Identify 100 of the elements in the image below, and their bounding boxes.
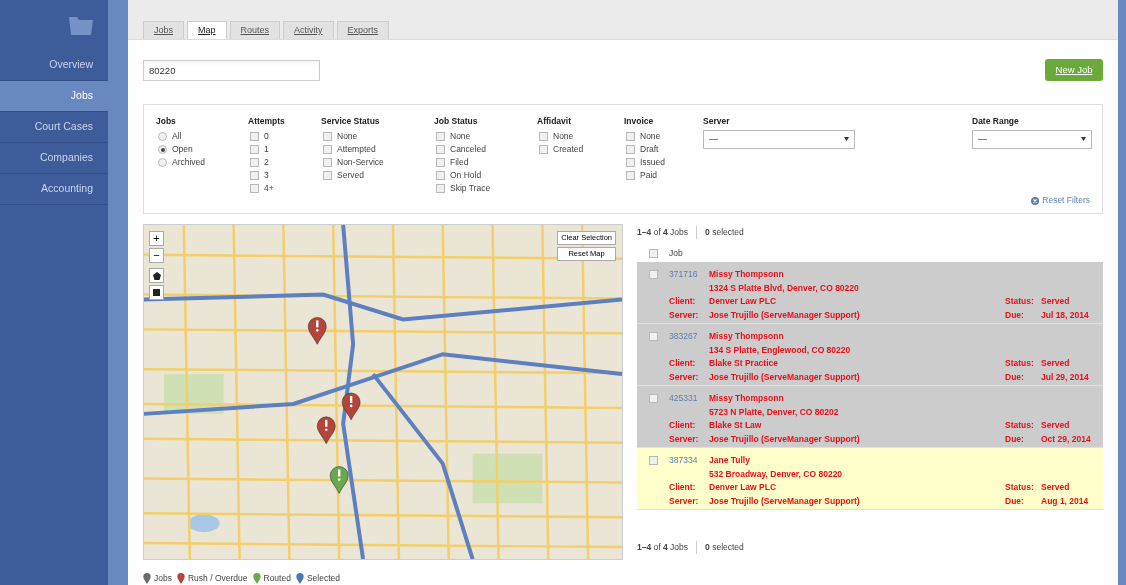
checkbox[interactable] xyxy=(539,145,548,155)
radio-button[interactable] xyxy=(158,158,167,168)
option-label: 0 xyxy=(264,130,269,144)
legend-label: Jobs xyxy=(154,572,172,585)
job-id-link[interactable]: 383267 xyxy=(669,331,709,342)
checkbox[interactable] xyxy=(436,158,445,168)
selected-count: 0 selected xyxy=(704,226,744,239)
checkbox[interactable] xyxy=(436,184,445,194)
option-label: Created xyxy=(553,143,584,157)
job-row[interactable]: 383267 Missy Thompsonn 134 S Platte, Englewood, CO 80220 Client: Blake St Practice Status: Served Server: Jose Trujillo (ServeManager Support) Due: Jul 29, 2014 xyxy=(637,324,1103,386)
checkbox[interactable] xyxy=(323,158,332,168)
option-label: Paid xyxy=(640,169,657,183)
field-label: Status: xyxy=(1005,358,1035,369)
sidebar-item[interactable]: Jobs xyxy=(0,81,108,112)
new-job-button[interactable]: New Job xyxy=(1045,59,1103,81)
draw-rectangle-button[interactable] xyxy=(149,285,164,300)
selected-count: 0 selected xyxy=(704,541,744,554)
field-label: Server: xyxy=(669,433,700,444)
option-label: Draft xyxy=(640,143,659,157)
option-label: None xyxy=(337,130,358,144)
job-row[interactable]: 371716 Missy Thompsonn 1324 S Platte Blvd, Denver, CO 80220 Client: Denver Law PLC Status: Served Server: Jose Trujillo (ServeManager Support) Due: Jul 18, 2014 xyxy=(637,262,1103,324)
tab[interactable]: Exports xyxy=(336,21,390,39)
option-label: On Hold xyxy=(450,169,482,183)
checkbox[interactable] xyxy=(323,132,332,142)
legend-label: Selected xyxy=(306,572,340,585)
checkbox[interactable] xyxy=(250,132,259,142)
field-label: Due: xyxy=(1005,309,1025,320)
option-label: All xyxy=(172,130,182,144)
checkbox[interactable] xyxy=(323,171,332,181)
caret-icon xyxy=(844,137,849,142)
zoom-in-button[interactable]: + xyxy=(149,231,164,246)
field-label: Status: xyxy=(1005,420,1035,431)
client-name: Blake St Law xyxy=(709,420,763,431)
option-label: Issued xyxy=(640,156,666,170)
dropdown[interactable]: — xyxy=(972,129,1092,149)
option-label: None xyxy=(450,130,471,144)
client-name: Blake St Practice xyxy=(709,358,779,369)
checkbox[interactable] xyxy=(323,145,332,155)
field-label: Client: xyxy=(669,420,697,431)
job-address: 5723 N Platte, Denver, CO 80202 xyxy=(709,406,840,417)
due-date: Aug 1, 2014 xyxy=(1041,495,1090,506)
checkbox[interactable] xyxy=(649,456,658,465)
radio-button[interactable] xyxy=(158,132,167,142)
reset-filters-link[interactable]: Reset Filters xyxy=(1042,194,1090,207)
job-address: 1324 S Platte Blvd, Denver, CO 80220 xyxy=(709,282,860,293)
job-address: 134 S Platte, Englewood, CO 80220 xyxy=(709,344,852,355)
job-row[interactable]: 387334 Jane Tully 532 Broadway, Denver, CO 80220 Client: Denver Law PLC Status: Served Server: Jose Trujillo (ServeManager Support) Due: Aug 1, 2014 xyxy=(637,448,1103,510)
checkbox[interactable] xyxy=(250,145,259,155)
checkbox[interactable] xyxy=(539,132,548,142)
checkbox[interactable] xyxy=(649,270,658,279)
checkbox[interactable] xyxy=(626,132,635,142)
field-label: Server: xyxy=(669,495,700,506)
dropdown[interactable]: — xyxy=(703,129,855,149)
checkbox[interactable] xyxy=(436,145,445,155)
option-label: None xyxy=(553,130,574,144)
checkbox[interactable] xyxy=(649,248,658,258)
option-label: Served xyxy=(337,169,364,183)
job-row[interactable]: 425331 Missy Thompsonn 5723 N Platte, Denver, CO 80202 Client: Blake St Law Status: Served Server: Jose Trujillo (ServeManager Support) Due: Oct 29, 2014 xyxy=(637,386,1103,448)
checkbox[interactable] xyxy=(626,171,635,181)
recipient-name: Missy Thompsonn xyxy=(709,393,785,404)
draw-polygon-button[interactable] xyxy=(149,268,164,283)
checkbox[interactable] xyxy=(649,394,658,403)
filter-label: Invoice xyxy=(624,115,655,128)
field-label: Due: xyxy=(1005,433,1025,444)
option-label: Canceled xyxy=(450,143,486,157)
tab[interactable]: Map xyxy=(187,21,227,39)
checkbox[interactable] xyxy=(436,171,445,181)
due-date: Oct 29, 2014 xyxy=(1041,433,1092,444)
pentagon-icon xyxy=(152,271,161,280)
checkbox[interactable] xyxy=(250,171,259,181)
filter-label: Date Range xyxy=(972,115,1020,128)
checkbox[interactable] xyxy=(626,158,635,168)
field-label: Client: xyxy=(669,358,697,369)
option-label: Skip Trace xyxy=(450,182,491,196)
field-label: Status: xyxy=(1005,482,1035,493)
job-id-link[interactable]: 387334 xyxy=(669,455,709,466)
column-header: Job xyxy=(669,246,683,260)
folder-icon xyxy=(68,14,94,36)
server-name: Jose Trujillo (ServeManager Support) xyxy=(709,309,861,320)
sidebar-item[interactable]: Accounting xyxy=(0,174,108,205)
job-count: 1–4 of 4 Jobs xyxy=(637,541,698,554)
sidebar-item[interactable]: Companies xyxy=(0,143,108,174)
job-count: 1–4 of 4 Jobs xyxy=(637,226,698,239)
checkbox[interactable] xyxy=(250,184,259,194)
tab[interactable]: Routes xyxy=(229,21,281,39)
sidebar-item[interactable]: Court Cases xyxy=(0,112,108,143)
tab[interactable]: Activity xyxy=(283,21,334,39)
checkbox[interactable] xyxy=(250,158,259,168)
checkbox[interactable] xyxy=(649,332,658,341)
checkbox[interactable] xyxy=(626,145,635,155)
job-id-link[interactable]: 371716 xyxy=(669,269,709,280)
legend-label: Routed xyxy=(263,572,291,585)
job-status: Served xyxy=(1041,358,1071,369)
job-id-link[interactable]: 425331 xyxy=(669,393,709,404)
field-label: Due: xyxy=(1005,495,1025,506)
search-field[interactable]: 80220 xyxy=(143,59,320,81)
tab[interactable]: Jobs xyxy=(143,21,184,39)
checkbox[interactable] xyxy=(436,132,445,142)
zoom-out-button[interactable]: − xyxy=(149,248,164,263)
radio-button[interactable] xyxy=(158,145,167,155)
